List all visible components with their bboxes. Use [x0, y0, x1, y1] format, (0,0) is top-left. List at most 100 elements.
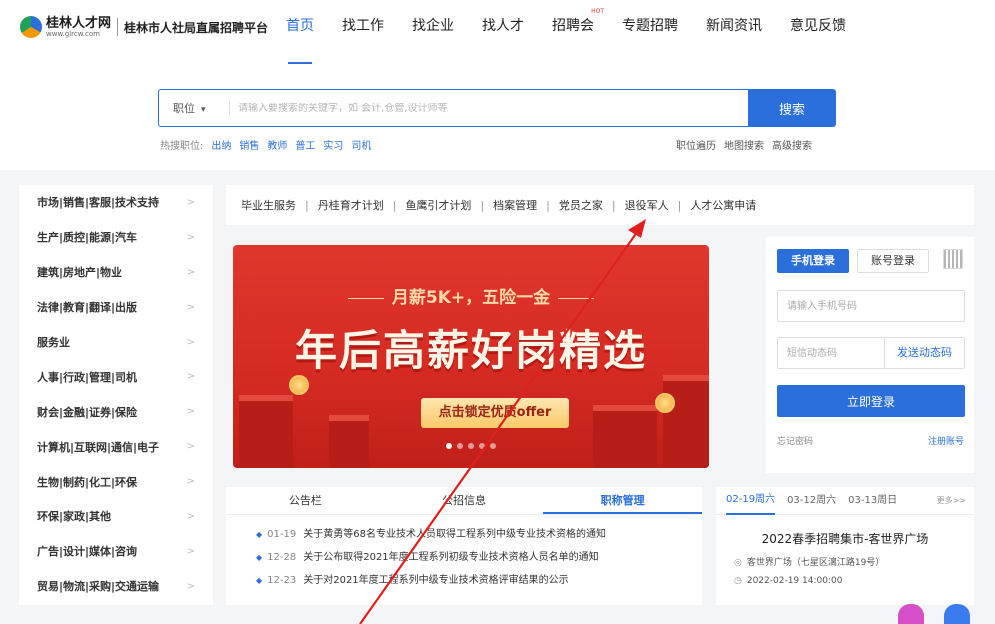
category-item[interactable]: 建筑|房地产|物业 >	[19, 255, 213, 290]
fair-more-link[interactable]: 更多>>	[937, 495, 966, 506]
banner-cta-button[interactable]: 点击锁定优质offer	[421, 398, 569, 428]
nav-home[interactable]: 首页	[272, 0, 328, 64]
quick-link-archives[interactable]: 档案管理	[493, 197, 537, 213]
decoration-shape	[898, 604, 924, 624]
phone-input[interactable]	[777, 290, 965, 322]
category-label: 生物|制药|化工|环保	[37, 475, 138, 489]
quick-link-party[interactable]: 党员之家	[559, 197, 603, 213]
banner-decoration	[593, 405, 657, 468]
job-category-menu: 市场|销售|客服|技术支持 > 生产|质控|能源|汽车 > 建筑|房地产|物业 > 法…	[19, 185, 213, 605]
map-search-link[interactable]: 地图搜索	[724, 137, 764, 152]
quick-link-graduate[interactable]: 毕业生服务	[241, 197, 296, 213]
chevron-right-icon: >	[186, 476, 195, 488]
category-item[interactable]: 生产|质控|能源|汽车 >	[19, 220, 213, 255]
job-browse-link[interactable]: 职位遍历	[676, 137, 716, 152]
category-item[interactable]: 计算机|互联网|通信|电子 >	[19, 429, 213, 464]
fair-date-tab[interactable]: 03-13周日	[848, 488, 897, 514]
notice-text: 关于对2021年度工程系列中级专业技术资格评审结果的公示	[303, 575, 569, 586]
banner-decoration	[239, 395, 293, 468]
login-button[interactable]: 立即登录	[777, 385, 965, 417]
category-label: 服务业	[37, 336, 70, 349]
carousel-dot[interactable]	[468, 443, 474, 449]
quick-link-veterans[interactable]: 退役军人	[625, 197, 669, 213]
category-item[interactable]: 市场|销售|客服|技术支持 >	[19, 185, 213, 220]
clock-icon: ◷	[734, 576, 742, 586]
category-label: 市场|销售|客服|技术支持	[37, 196, 160, 210]
category-item[interactable]: 广告|设计|媒体|咨询 >	[19, 534, 213, 569]
chevron-right-icon: >	[186, 196, 195, 208]
send-code-button[interactable]: 发送动态码	[884, 338, 964, 368]
hot-term-worker[interactable]: 普工	[295, 137, 315, 152]
fair-title[interactable]: 2022春季招聘集市-客世界广场	[716, 530, 974, 547]
nav-find-company[interactable]: 找企业	[398, 0, 468, 64]
bullet-icon: ◆	[256, 530, 263, 539]
tab-account-login[interactable]: 账号登录	[857, 249, 929, 273]
category-label: 人事|行政|管理|司机	[37, 370, 138, 384]
search-type-select[interactable]: 职位 ▾	[159, 100, 229, 116]
hot-term-cashier[interactable]: 出纳	[211, 137, 231, 152]
notice-item[interactable]: ◆ 12-28 关于公布取得2021年度工程系列初级专业技术资格人员名单的通知	[256, 546, 702, 569]
quick-link-apartment[interactable]: 人才公寓申请	[690, 197, 756, 213]
nav-find-talent[interactable]: 找人才	[468, 0, 538, 64]
notice-tabs: 公告栏 公招信息 职称管理	[226, 487, 703, 515]
nav-find-job[interactable]: 找工作	[328, 0, 398, 64]
category-item[interactable]: 法律|教育|翻译|出版 >	[19, 290, 213, 325]
quick-link-dangui[interactable]: 丹桂育才计划	[318, 197, 384, 213]
notice-date: 12-23	[267, 575, 297, 586]
register-link[interactable]: 注册账号	[928, 434, 964, 447]
hot-term-driver[interactable]: 司机	[351, 137, 371, 152]
category-label: 贸易|物流|采购|交通运输	[37, 580, 160, 594]
category-label: 广告|设计|媒体|咨询	[37, 545, 138, 559]
category-item[interactable]: 人事|行政|管理|司机 >	[19, 359, 213, 394]
category-item[interactable]: 服务业 >	[19, 325, 213, 360]
tab-title-management[interactable]: 职称管理	[543, 487, 703, 514]
carousel-dot[interactable]	[446, 443, 452, 449]
carousel-dot[interactable]	[490, 443, 496, 449]
chevron-right-icon: >	[186, 336, 195, 348]
logo-icon	[20, 16, 42, 38]
nav-news[interactable]: 新闻资讯	[692, 0, 776, 64]
notice-item[interactable]: ◆ 12-23 关于对2021年度工程系列中级专业技术资格评审结果的公示	[256, 569, 702, 592]
fair-date-tab[interactable]: 03-12周六	[787, 488, 836, 514]
fair-date-tab[interactable]: 02-19周六	[726, 487, 776, 515]
separator: |	[546, 198, 550, 212]
tab-bulletin[interactable]: 公告栏	[226, 487, 385, 514]
category-item[interactable]: 财会|金融|证券|保险 >	[19, 394, 213, 429]
banner-subtitle: 月薪5K+，五险一金	[233, 283, 709, 308]
chevron-down-icon: ▾	[201, 105, 206, 115]
category-item[interactable]: 贸易|物流|采购|交通运输 >	[19, 569, 213, 604]
hot-term-intern[interactable]: 实习	[323, 137, 343, 152]
search-input[interactable]	[230, 102, 749, 114]
tab-public-recruitment[interactable]: 公招信息	[385, 487, 544, 514]
notice-date: 01-19	[267, 529, 297, 540]
promo-banner[interactable]: 月薪5K+，五险一金 年后高薪好岗精选 点击锁定优质offer	[233, 245, 709, 468]
quick-link-osprey[interactable]: 鱼鹰引才计划	[405, 197, 471, 213]
forgot-password-link[interactable]: 忘记密码	[777, 434, 813, 447]
qr-code-icon[interactable]	[943, 249, 963, 269]
nav-feedback[interactable]: 意见反馈	[776, 0, 860, 64]
carousel-dot[interactable]	[479, 443, 485, 449]
category-label: 财会|金融|证券|保险	[37, 405, 138, 419]
category-label: 环保|家政|其他	[37, 510, 112, 524]
hot-term-sales[interactable]: 销售	[239, 137, 259, 152]
banner-title: 年后高薪好岗精选	[294, 326, 647, 375]
category-item[interactable]: 环保|家政|其他 >	[19, 499, 213, 534]
coin-icon	[655, 393, 675, 413]
chevron-right-icon: >	[186, 231, 195, 243]
tab-phone-login[interactable]: 手机登录	[777, 249, 849, 273]
separator: |	[392, 198, 397, 212]
nav-job-fair[interactable]: 招聘会 HOT	[538, 0, 608, 64]
hot-term-teacher[interactable]: 教师	[267, 137, 287, 152]
carousel-dot[interactable]	[457, 443, 463, 449]
separator: |	[677, 198, 682, 212]
notice-item[interactable]: ◆ 01-19 关于黄勇等68名专业技术人员取得工程系列中级专业技术资格的通知	[256, 523, 702, 546]
search-button[interactable]: 搜索	[748, 89, 836, 127]
advanced-search-link[interactable]: 高级搜索	[772, 137, 812, 152]
category-item[interactable]: 生物|制药|化工|环保 >	[19, 464, 213, 499]
notice-text: 关于公布取得2021年度工程系列初级专业技术资格人员名单的通知	[303, 552, 599, 563]
chevron-right-icon: >	[186, 580, 195, 592]
banner-decoration	[329, 415, 369, 468]
nav-special-recruitment[interactable]: 专题招聘	[608, 0, 692, 64]
separator: |	[480, 198, 485, 212]
site-logo[interactable]: 桂林人才网 www.glrcw.com 桂林市人社局直属招聘平台	[20, 16, 268, 38]
